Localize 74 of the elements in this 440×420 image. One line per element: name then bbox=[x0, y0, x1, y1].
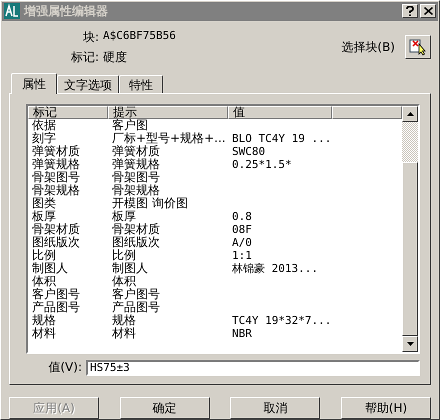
table-cell-text: 图纸版次 bbox=[31, 236, 81, 249]
tab[interactable]: 特性 bbox=[119, 75, 163, 93]
table-cell-text: 规格 bbox=[31, 314, 57, 327]
tab[interactable]: 文字选项 bbox=[57, 75, 119, 93]
dialog-button[interactable]: 确定 bbox=[120, 397, 210, 419]
table-cell-text: 比例 bbox=[111, 249, 137, 262]
dialog-button[interactable]: 取消 bbox=[230, 397, 320, 419]
table-cell-text: 体积 bbox=[31, 275, 57, 288]
cursor-pick-icon bbox=[409, 38, 427, 56]
table-cell-text: 依据 bbox=[31, 119, 57, 132]
table-cell-text: 板厚 bbox=[111, 210, 137, 223]
table-cell-text: 0.8 bbox=[231, 210, 253, 223]
table-cell-text: 体积 bbox=[111, 275, 137, 288]
table-cell-text: 弹簧规格 bbox=[31, 158, 81, 171]
table-cell-text: 08F bbox=[231, 223, 253, 236]
table-cell-text: 弹簧材质 bbox=[31, 145, 81, 158]
select-block-button[interactable] bbox=[405, 35, 431, 60]
table-cell-text: 骨架规格 bbox=[111, 184, 161, 197]
table-cell-text: 骨架图号 bbox=[111, 171, 161, 184]
scrollbar[interactable] bbox=[402, 106, 418, 352]
table-cell-text: 客户图 bbox=[111, 119, 149, 132]
table-cell-text: BLO TC4Y 19 ... bbox=[231, 132, 332, 145]
table-cell-text: SWC80 bbox=[231, 145, 266, 158]
table-cell-text: 图类 bbox=[31, 197, 57, 210]
table-cell-text: 0.25*1.5* bbox=[231, 158, 293, 171]
table-cell-text: TC4Y 19*32*7... bbox=[231, 314, 332, 327]
table-cell-text: NBR bbox=[231, 327, 253, 340]
help-button[interactable] bbox=[402, 4, 418, 18]
value-input[interactable]: HS75±3 bbox=[86, 360, 420, 376]
table-cell-text: 比例 bbox=[31, 249, 57, 262]
scroll-down-button[interactable] bbox=[402, 336, 418, 352]
table-cell-text: 骨架材质 bbox=[111, 223, 161, 236]
close-button[interactable] bbox=[420, 4, 436, 18]
select-block-label: 选择块(B) bbox=[341, 38, 395, 56]
table-cell-text: 制图人 bbox=[31, 262, 69, 275]
block-label: 块: bbox=[82, 28, 99, 46]
table-cell-text: 厂标+型号+规格+... bbox=[111, 132, 227, 145]
window-title: 增强属性编辑器 bbox=[24, 2, 109, 20]
question-icon bbox=[406, 6, 414, 16]
table-cell-text: 材料 bbox=[31, 327, 57, 340]
dialog-button[interactable]: 帮助(H) bbox=[340, 397, 431, 419]
column-header[interactable]: 提示 bbox=[108, 106, 228, 119]
table-cell-text: 图纸版次 bbox=[111, 236, 161, 249]
table-cell-text: 产品图号 bbox=[111, 301, 161, 314]
app-icon bbox=[4, 3, 20, 20]
scroll-up-button[interactable] bbox=[402, 106, 418, 122]
column-header[interactable]: 值 bbox=[228, 106, 332, 119]
table-cell-text: 客户图号 bbox=[111, 288, 161, 301]
table-cell-text: 材料 bbox=[111, 327, 137, 340]
table-cell-text: 开模图 询价图 bbox=[111, 197, 189, 210]
scrollbar-thumb[interactable] bbox=[402, 162, 418, 336]
table-cell-text: 骨架规格 bbox=[31, 184, 81, 197]
down-arrow-icon bbox=[406, 342, 414, 346]
tab[interactable]: 属性 bbox=[11, 73, 57, 94]
column-header[interactable]: 标记 bbox=[28, 106, 108, 119]
table-cell-text: 弹簧材质 bbox=[111, 145, 161, 158]
tag-label: 标记: bbox=[70, 48, 99, 66]
table-cell-text: A/0 bbox=[231, 236, 253, 249]
close-icon bbox=[424, 7, 432, 16]
table-cell-text: 刻字 bbox=[31, 132, 57, 145]
tag-name: 硬度 bbox=[103, 48, 127, 66]
table-cell-text: 骨架材质 bbox=[31, 223, 81, 236]
table-cell-text: 板厚 bbox=[31, 210, 57, 223]
value-label: 值(V): bbox=[47, 359, 82, 376]
up-arrow-icon bbox=[406, 112, 414, 116]
table-cell-text: 制图人 bbox=[111, 262, 149, 275]
table-cell-text: 客户图号 bbox=[31, 288, 81, 301]
table-cell-text: 弹簧规格 bbox=[111, 158, 161, 171]
block-name: A$C6BF75B56 bbox=[103, 28, 176, 44]
table-cell-text: 规格 bbox=[111, 314, 137, 327]
table-cell-text: 林锦豪 2013... bbox=[231, 262, 319, 275]
table-cell-text: 1:1 bbox=[231, 249, 253, 262]
table-cell-text: 产品图号 bbox=[31, 301, 81, 314]
table-cell-text: 骨架图号 bbox=[31, 171, 81, 184]
